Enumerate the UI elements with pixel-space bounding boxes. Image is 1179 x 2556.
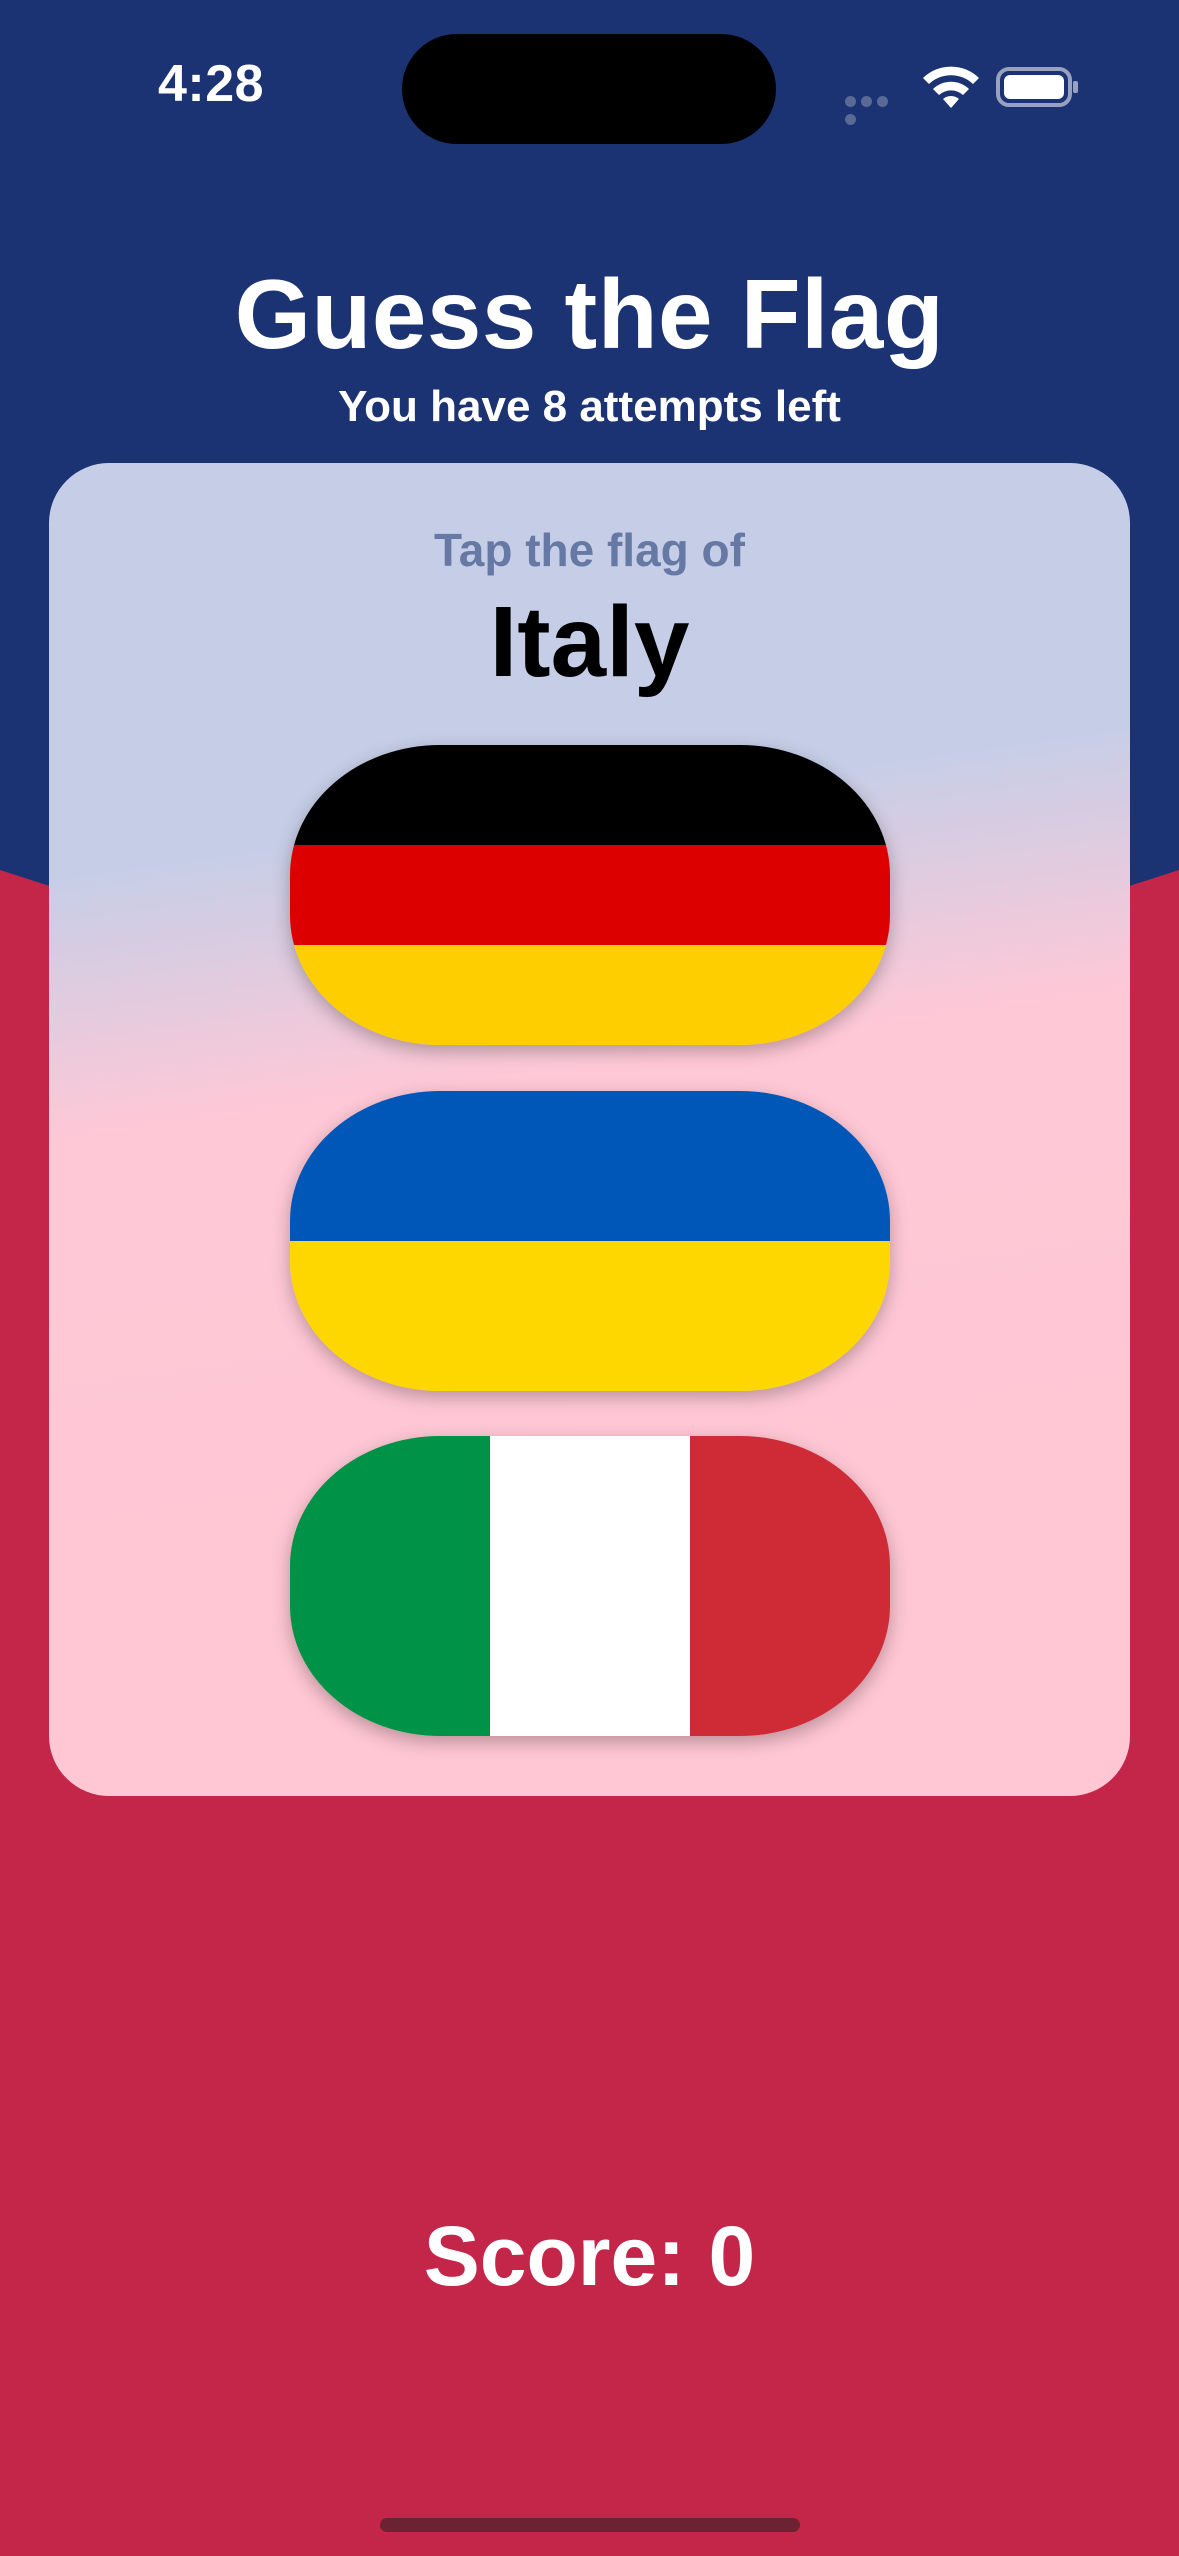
- flag-button-ukraine[interactable]: [290, 1091, 890, 1391]
- germany-gold-stripe: [290, 945, 890, 1045]
- dynamic-island: [402, 34, 776, 144]
- question-prompt: Tap the flag of: [434, 524, 745, 576]
- status-time: 4:28: [158, 55, 265, 113]
- flag-button-germany[interactable]: [290, 745, 890, 1045]
- cellular-signal-icon: [845, 94, 905, 125]
- page-title: Guess the Flag: [234, 259, 945, 369]
- battery-icon: [996, 67, 1078, 107]
- ukraine-yellow-stripe: [290, 1241, 890, 1391]
- target-country: Italy: [489, 586, 690, 698]
- score-label: Score: 0: [423, 2209, 756, 2303]
- italy-red-stripe: [690, 1436, 890, 1736]
- question-card: Tap the flag of Italy: [49, 463, 1130, 1796]
- home-indicator[interactable]: [380, 2518, 800, 2532]
- flag-button-italy[interactable]: [290, 1436, 890, 1736]
- status-bar: 4:28: [0, 0, 1179, 170]
- ukraine-blue-stripe: [290, 1091, 890, 1241]
- germany-black-stripe: [290, 745, 890, 845]
- attempts-remaining: You have 8 attempts left: [338, 382, 841, 431]
- wifi-icon: [923, 66, 979, 108]
- italy-green-stripe: [290, 1436, 490, 1736]
- italy-white-stripe: [490, 1436, 690, 1736]
- germany-red-stripe: [290, 845, 890, 945]
